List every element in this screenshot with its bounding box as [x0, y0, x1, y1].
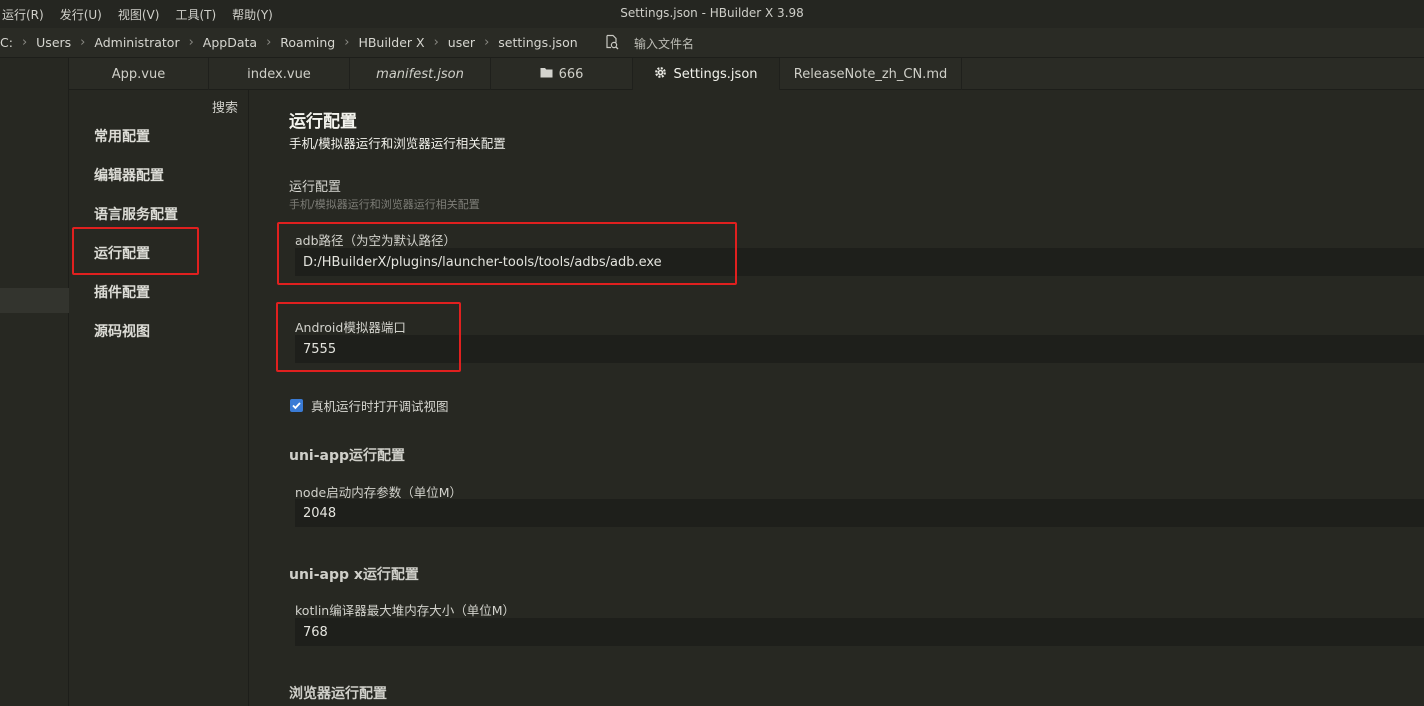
settings-nav: 搜索 常用配置 编辑器配置 语言服务配置 运行配置 插件配置 源码视图: [69, 90, 249, 706]
chevron-right-icon: ›: [484, 35, 490, 50]
gear-icon: [654, 66, 673, 83]
folder-icon: [540, 67, 559, 82]
breadcrumb-item[interactable]: settings.json: [498, 35, 577, 50]
breadcrumb-item[interactable]: AppData: [203, 35, 257, 50]
selected-row-highlight: [0, 288, 69, 313]
hbuilderx-window: 运行(R) 发行(U) 视图(V) 工具(T) 帮助(Y) Settings.j…: [0, 0, 1424, 706]
tab-app-vue[interactable]: App.vue: [69, 58, 209, 90]
chevron-right-icon: ›: [80, 35, 86, 50]
browser-section-title: 浏览器运行配置: [289, 686, 387, 702]
debug-view-label: 真机运行时打开调试视图: [311, 399, 449, 414]
uniapp-section-title: uni-app运行配置: [289, 448, 406, 464]
run-section-title: 运行配置: [289, 180, 342, 195]
settings-search-link[interactable]: 搜索: [212, 97, 238, 116]
android-port-input[interactable]: [295, 335, 1424, 363]
kotlin-heap-input[interactable]: [295, 618, 1424, 646]
breadcrumb-item[interactable]: Administrator: [94, 35, 179, 50]
nav-item-language-service[interactable]: 语言服务配置: [94, 204, 178, 224]
nav-item-editor[interactable]: 编辑器配置: [94, 165, 164, 185]
check-icon: [292, 402, 301, 410]
chevron-right-icon: ›: [433, 35, 439, 50]
page-subtitle: 手机/模拟器运行和浏览器运行相关配置: [289, 136, 506, 151]
tab-releasenote-md[interactable]: ReleaseNote_zh_CN.md: [780, 58, 962, 90]
chevron-right-icon: ›: [266, 35, 272, 50]
debug-view-checkbox[interactable]: [290, 399, 303, 412]
project-explorer-panel[interactable]: [0, 58, 69, 706]
tab-label: manifest.json: [376, 66, 464, 82]
breadcrumb-item[interactable]: Roaming: [280, 35, 335, 50]
menu-run[interactable]: 运行(R): [0, 6, 44, 23]
chevron-right-icon: ›: [188, 35, 194, 50]
breadcrumb-item[interactable]: user: [448, 35, 475, 50]
menu-help[interactable]: 帮助(Y): [230, 6, 273, 23]
nav-item-common[interactable]: 常用配置: [94, 126, 150, 146]
android-port-label: Android模拟器端口: [295, 320, 406, 335]
adb-path-label: adb路径（为空为默认路径）: [295, 233, 457, 248]
tab-label: Settings.json: [673, 66, 758, 82]
tab-manifest-json[interactable]: manifest.json: [350, 58, 491, 90]
settings-content: 运行配置 手机/模拟器运行和浏览器运行相关配置 运行配置 手机/模拟器运行和浏览…: [250, 90, 1424, 706]
adb-path-input[interactable]: [295, 248, 1424, 276]
chevron-right-icon: ›: [344, 35, 350, 50]
active-nav-highlight-box: [72, 227, 199, 275]
tab-label: 666: [558, 66, 584, 82]
chevron-right-icon: ›: [21, 35, 28, 50]
tab-label: index.vue: [247, 66, 311, 82]
tab-label: App.vue: [111, 66, 166, 82]
page-title: 运行配置: [289, 112, 357, 132]
breadcrumb-item[interactable]: Users: [36, 35, 71, 50]
uniappx-section-title: uni-app x运行配置: [289, 567, 419, 583]
menu-view[interactable]: 视图(V): [116, 6, 160, 23]
breadcrumb: C: › Users › Administrator › AppData › R…: [0, 28, 1424, 58]
file-search-icon: [604, 34, 634, 53]
menu-bar: 运行(R) 发行(U) 视图(V) 工具(T) 帮助(Y): [0, 0, 1424, 28]
breadcrumb-item[interactable]: HBuilder X: [358, 35, 424, 50]
tab-settings-json[interactable]: Settings.json: [633, 58, 780, 90]
run-section-description: 手机/模拟器运行和浏览器运行相关配置: [289, 198, 480, 211]
file-search-placeholder[interactable]: 输入文件名: [634, 35, 694, 52]
nav-item-source-view[interactable]: 源码视图: [94, 321, 150, 341]
menu-tools[interactable]: 工具(T): [173, 6, 216, 23]
file-search-box[interactable]: 输入文件名: [604, 33, 694, 53]
debug-view-option[interactable]: 真机运行时打开调试视图: [290, 396, 449, 415]
menu-publish[interactable]: 发行(U): [58, 6, 102, 23]
kotlin-heap-label: kotlin编译器最大堆内存大小（单位M）: [295, 603, 515, 618]
breadcrumb-item[interactable]: C:: [0, 35, 13, 50]
tab-label: ReleaseNote_zh_CN.md: [793, 66, 948, 82]
node-memory-input[interactable]: [295, 499, 1424, 527]
nav-item-plugins[interactable]: 插件配置: [94, 282, 150, 302]
tab-index-vue[interactable]: index.vue: [209, 58, 350, 90]
editor-tab-bar: App.vue index.vue manifest.json 666 Sett…: [69, 58, 1424, 90]
tab-666[interactable]: 666: [491, 58, 633, 90]
